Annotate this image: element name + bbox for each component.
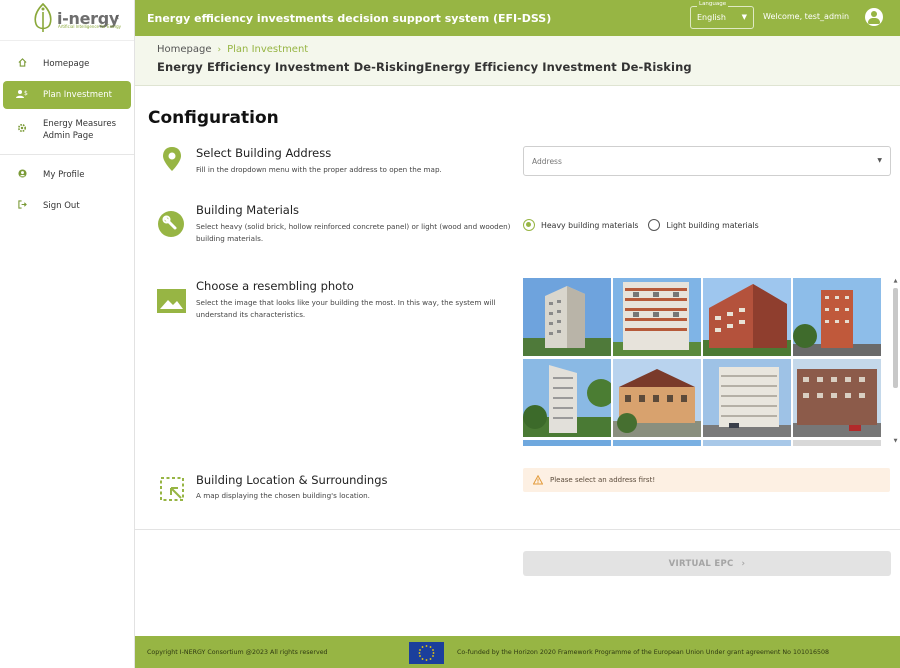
photo-grid — [523, 278, 890, 446]
building-photo[interactable] — [703, 440, 791, 446]
building-photo[interactable] — [523, 278, 611, 356]
photo-grid-scrollbar[interactable]: ▲ ▼ — [892, 278, 899, 446]
main-content: Configuration Select Building Address Fi… — [135, 86, 900, 636]
chevron-right-icon: › — [741, 558, 746, 569]
sidebar-item-label: My Profile — [43, 170, 85, 180]
investment-icon: $ — [15, 89, 29, 102]
radio-light-label[interactable]: Light building materials — [666, 221, 758, 230]
location-description: A map displaying the chosen building's l… — [196, 491, 370, 500]
materials-radio-group: Heavy building materials Light building … — [523, 219, 769, 231]
sidebar-item-energy-measures[interactable]: Energy Measures Admin Page — [3, 112, 131, 148]
building-photo[interactable] — [793, 359, 881, 437]
warning-text: Please select an address first! — [550, 476, 656, 484]
logo-subtitle: Artificial Intelligence for Energy — [58, 24, 122, 29]
sidebar-item-label: Homepage — [43, 59, 90, 69]
image-icon — [157, 289, 186, 313]
breadcrumb-bar: Homepage › Plan Investment Energy Efficien… — [135, 36, 900, 86]
sidebar-divider — [0, 154, 134, 155]
eu-flag-icon — [409, 642, 444, 664]
building-photo[interactable] — [613, 359, 701, 437]
footer: Copyright I-NERGY Consortium @2023 All r… — [135, 636, 900, 668]
breadcrumb-home[interactable]: Homepage — [157, 44, 212, 55]
breadcrumb-current: Plan Investment — [227, 44, 309, 55]
sidebar-item-sign-out[interactable]: Sign Out — [3, 192, 131, 220]
sidebar-item-homepage[interactable]: Homepage — [3, 50, 131, 78]
address-dropdown[interactable]: Address ▼ — [523, 146, 891, 176]
address-warning: Please select an address first! — [523, 468, 890, 492]
home-icon — [15, 58, 29, 70]
scroll-up-icon[interactable]: ▲ — [892, 278, 899, 284]
building-photo[interactable] — [793, 440, 881, 446]
photo-title: Choose a resembling photo — [196, 279, 354, 293]
gear-icon — [15, 123, 29, 137]
app-title: Energy efficiency investments decision s… — [147, 11, 552, 25]
caret-down-icon: ▼ — [877, 157, 882, 164]
copyright-text: Copyright I-NERGY Consortium @2023 All r… — [147, 649, 328, 656]
virtual-epc-button[interactable]: VIRTUAL EPC › — [523, 551, 891, 576]
section-heading: Configuration — [148, 108, 279, 128]
address-placeholder: Address — [532, 157, 562, 166]
svg-text:$: $ — [24, 90, 28, 97]
section-divider — [135, 529, 900, 530]
user-icon — [15, 169, 29, 181]
building-photo[interactable] — [523, 440, 611, 446]
building-photo[interactable] — [793, 278, 881, 356]
sign-out-icon — [15, 200, 29, 212]
building-photo[interactable] — [703, 359, 791, 437]
warning-icon — [533, 475, 543, 485]
virtual-epc-label: VIRTUAL EPC — [668, 558, 734, 569]
top-bar: Energy efficiency investments decision s… — [135, 0, 900, 36]
sidebar-item-my-profile[interactable]: My Profile — [3, 161, 131, 189]
address-title: Select Building Address — [196, 146, 332, 160]
funding-text: Co-funded by the Horizon 2020 Framework … — [457, 649, 830, 656]
wrench-icon — [158, 211, 184, 237]
caret-down-icon: ▼ — [741, 13, 747, 21]
sidebar-nav: Homepage $ Plan Investment Energy Measur… — [0, 40, 134, 220]
logo[interactable]: i-nergy Artificial Intelligence for Ener… — [0, 0, 134, 36]
sidebar-item-plan-investment[interactable]: $ Plan Investment — [3, 81, 131, 109]
collapse-sidebar-button[interactable]: ‹ — [115, 10, 119, 23]
breadcrumb: Homepage › Plan Investment — [157, 44, 308, 55]
account-icon[interactable] — [865, 8, 883, 26]
chevron-right-icon: › — [217, 45, 222, 55]
sidebar-item-label: Sign Out — [43, 201, 80, 211]
language-select[interactable]: Language English ▼ — [690, 1, 754, 29]
sidebar-item-label: Plan Investment — [43, 90, 112, 100]
location-pin-icon — [161, 146, 187, 172]
leaf-logo-icon — [32, 2, 54, 33]
language-label: Language — [697, 1, 729, 7]
materials-title: Building Materials — [196, 203, 300, 217]
select-area-icon — [159, 476, 185, 502]
welcome-text: Welcome, test_admin — [763, 12, 850, 21]
language-value: English — [697, 13, 726, 22]
materials-description: Select heavy (solid brick, hollow reinfo… — [196, 222, 511, 243]
location-title: Building Location & Surroundings — [196, 473, 388, 487]
building-photo[interactable] — [613, 278, 701, 356]
photo-description: Select the image that looks like your bu… — [196, 298, 496, 319]
sidebar: i-nergy Artificial Intelligence for Ener… — [0, 0, 135, 668]
page-title: Energy Efficiency Investment De-RiskingE… — [157, 60, 692, 74]
building-photo[interactable] — [703, 278, 791, 356]
scroll-down-icon[interactable]: ▼ — [892, 438, 899, 444]
radio-heavy-label[interactable]: Heavy building materials — [541, 221, 638, 230]
radio-heavy[interactable] — [523, 219, 535, 231]
radio-light[interactable] — [648, 219, 661, 231]
building-photo[interactable] — [523, 359, 611, 437]
scrollbar-thumb[interactable] — [893, 288, 898, 388]
building-photo[interactable] — [613, 440, 701, 446]
address-description: Fill in the dropdown menu with the prope… — [196, 165, 442, 174]
sidebar-item-label: Energy Measures Admin Page — [43, 119, 117, 141]
